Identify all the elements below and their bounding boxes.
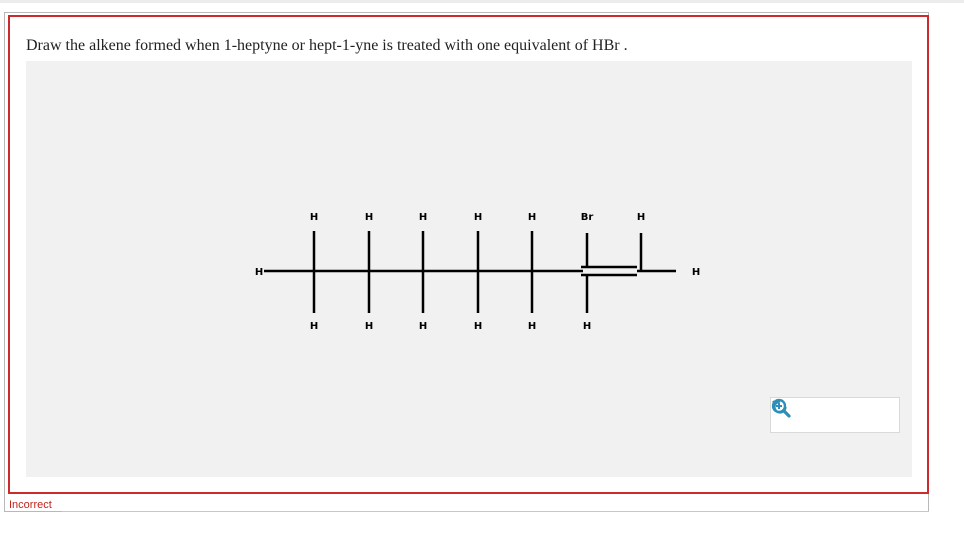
drawing-canvas[interactable]: H H H H H H H Br H H H H H H H (26, 61, 912, 477)
atom-top-4[interactable]: H (474, 212, 482, 223)
question-prompt: Draw the alkene formed when 1-heptyne or… (26, 37, 628, 54)
atom-bottom-3[interactable]: H (419, 321, 427, 332)
top-divider (0, 0, 964, 3)
atom-top-2[interactable]: H (365, 212, 373, 223)
atom-right-h[interactable]: H (692, 267, 700, 278)
atom-bottom-2[interactable]: H (365, 321, 373, 332)
atom-bottom-4[interactable]: H (474, 321, 482, 332)
atom-bottom-6[interactable]: H (583, 321, 591, 332)
zoom-out-icon (771, 398, 791, 418)
feedback-status: Incorrect (9, 499, 52, 511)
feedback-divider (62, 511, 929, 512)
question-page: Draw the alkene formed when 1-heptyne or… (0, 0, 964, 543)
atom-bottom-1[interactable]: H (310, 321, 318, 332)
reset-zoom-button[interactable] (772, 400, 849, 429)
zoom-toolbar (770, 397, 900, 433)
atom-top-3[interactable]: H (419, 212, 427, 223)
atom-bottom-5[interactable]: H (528, 321, 536, 332)
atom-top-6-br[interactable]: Br (581, 212, 594, 223)
question-box: Draw the alkene formed when 1-heptyne or… (8, 15, 929, 494)
atom-top-1[interactable]: H (310, 212, 318, 223)
atom-top-5[interactable]: H (528, 212, 536, 223)
zoom-out-button[interactable] (771, 398, 892, 429)
atom-left-h[interactable]: H (255, 267, 263, 278)
atom-top-7[interactable]: H (637, 212, 645, 223)
